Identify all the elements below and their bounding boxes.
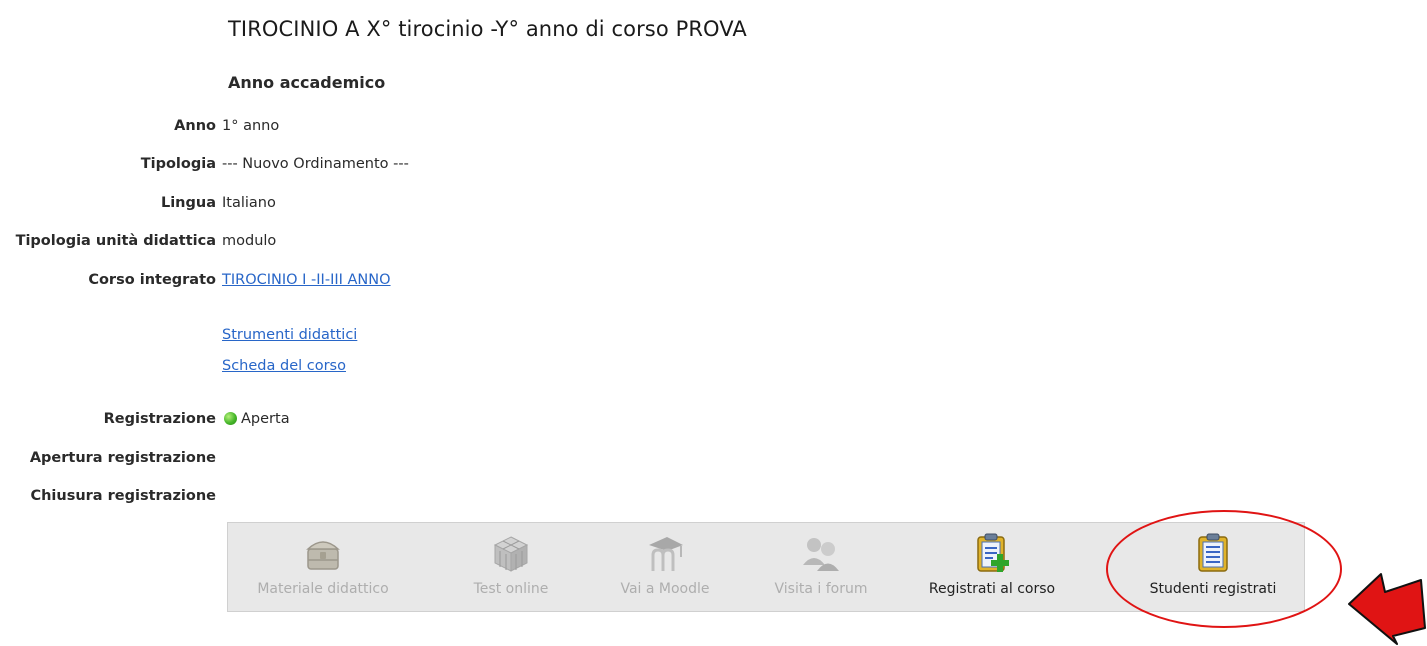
- anno-value: 1° anno: [222, 118, 280, 134]
- tipologia-label: Tipologia: [140, 156, 216, 172]
- vai-a-moodle-button[interactable]: Vai a Moodle: [600, 523, 730, 611]
- studenti-registrati-button[interactable]: Studenti registrati: [1128, 523, 1298, 611]
- materiale-didattico-button[interactable]: Materiale didattico: [248, 523, 398, 611]
- registrati-al-corso-button[interactable]: Registrati al corso: [912, 523, 1072, 611]
- lingua-value: Italiano: [222, 195, 276, 211]
- apertura-label: Apertura registrazione: [29, 450, 216, 466]
- anno-label: Anno: [174, 118, 216, 134]
- course-toolbar: Materiale didattico Test online Vai a Mo…: [227, 522, 1305, 612]
- test-online-button[interactable]: Test online: [446, 523, 576, 611]
- tipologia-unita-value: modulo: [222, 233, 277, 249]
- scheda-corso-link[interactable]: Scheda del corso: [222, 358, 346, 374]
- clipboard-add-icon: [970, 531, 1014, 575]
- forum-users-icon: [799, 531, 843, 575]
- registrazione-label: Registrazione: [103, 411, 216, 427]
- tipologia-unita-label: Tipologia unità didattica: [15, 233, 216, 249]
- registrazione-status: Aperta: [222, 411, 290, 427]
- corso-integrato-label: Corso integrato: [88, 272, 216, 288]
- treasure-chest-icon: [301, 531, 345, 575]
- strumenti-didattici-link[interactable]: Strumenti didattici: [222, 327, 357, 343]
- chiusura-label: Chiusura registrazione: [30, 488, 216, 504]
- page-title: TIROCINIO A X° tirocinio -Y° anno di cor…: [228, 17, 747, 41]
- green-status-icon: [224, 412, 237, 425]
- tipologia-value: --- Nuovo Ordinamento ---: [222, 156, 409, 172]
- arrow-annotation-icon: [1348, 573, 1426, 645]
- visita-i-forum-button[interactable]: Visita i forum: [756, 523, 886, 611]
- clipboard-list-icon: [1191, 531, 1235, 575]
- moodle-icon: [643, 531, 687, 575]
- corso-integrato-link[interactable]: TIROCINIO I -II-III ANNO: [222, 272, 391, 288]
- section-title: Anno accademico: [228, 73, 386, 92]
- registrazione-value: Aperta: [241, 411, 290, 427]
- lingua-label: Lingua: [160, 195, 216, 211]
- rubiks-cube-icon: [489, 531, 533, 575]
